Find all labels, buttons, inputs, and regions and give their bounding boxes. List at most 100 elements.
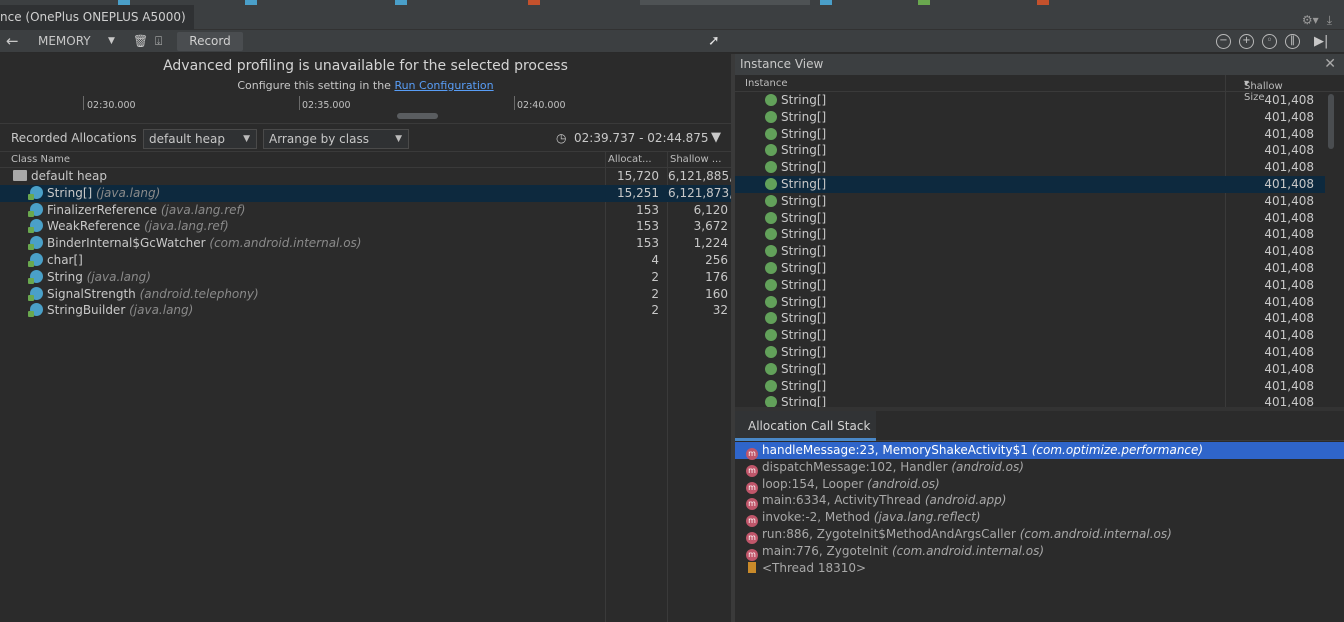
list-item[interactable]: String[] 401,408 [735,210,1325,227]
instance-name: String[] [781,378,827,393]
table-row[interactable]: String[] (java.lang) 15,251 6,121,873, [0,184,733,202]
list-item[interactable]: String[] 401,408 [735,277,1325,294]
filter-icon[interactable]: ▼ [711,130,721,145]
list-item[interactable]: String[] 401,408 [735,92,1325,109]
list-item[interactable]: String[] 401,408 [735,394,1325,407]
column-class-name[interactable]: Class Name [11,154,70,165]
frame-package: (android.app) [924,493,1007,508]
class-name-cell: StringBuilder (java.lang) [28,302,193,319]
close-icon[interactable]: ✕ [1324,54,1336,75]
instance-name-cell: String[] [765,210,826,227]
frame-package: (android.os) [951,459,1024,474]
timeline-major-tick [514,96,515,110]
list-item[interactable]: String[] 401,408 [735,159,1325,176]
list-item[interactable]: String[] 401,408 [735,361,1325,378]
timeline-scrollbar[interactable] [397,113,438,119]
list-item[interactable]: String[] 401,408 [735,344,1325,361]
instance-size: 401,408 [1264,109,1314,124]
list-item[interactable]: String[] 401,408 [735,226,1325,243]
notice-subtext: Configure this setting in the Run Config… [0,79,731,92]
instance-name-cell: String[] [765,126,826,143]
instance-name: String[] [781,260,827,275]
reset-zoom-icon[interactable]: ◦ [1262,34,1277,49]
call-stack-frame[interactable]: m run:886, ZygoteInit$MethodAndArgsCaller… [735,526,1344,544]
instance-name-cell: String[] [765,159,826,176]
pause-icon[interactable]: ‖ [1285,34,1300,49]
back-arrow-icon[interactable]: ← [6,30,19,53]
list-item[interactable]: String[] 401,408 [735,378,1325,395]
table-row[interactable]: SignalStrength (android.telephony) 2 160 [0,286,731,303]
table-row[interactable]: FinalizerReference (java.lang.ref) 153 6,1… [0,202,731,219]
run-configuration-link[interactable]: Run Configuration [394,79,493,92]
list-item[interactable]: String[] 401,408 [735,294,1325,311]
arrange-dropdown[interactable]: Arrange by class ▼ [263,129,409,149]
table-row[interactable]: WeakReference (java.lang.ref) 153 3,672 [0,218,731,235]
table-row[interactable]: StringBuilder (java.lang) 2 32 [0,302,731,319]
call-stack-frame[interactable]: m main:6334, ActivityThread (android.app) [735,492,1344,511]
chevron-down-icon: ▼ [243,134,250,144]
heap-dropdown[interactable]: default heap ▼ [143,129,257,149]
frame-text: dispatchMessage:102, Handler [762,459,948,474]
instance-name-cell: String[] [765,142,826,159]
zoom-in-icon[interactable]: + [1239,34,1254,49]
instance-name-cell: String[] [765,277,826,294]
zoom-out-icon[interactable]: − [1216,34,1231,49]
column-shallow-size[interactable]: Shallow ... [670,154,721,165]
shallow-size-cell: 256 [705,252,728,267]
instance-scrollbar[interactable] [1328,94,1334,149]
class-package: (java.lang.ref) [144,219,229,234]
call-stack-frame[interactable]: m invoke:-2, Method (java.lang.reflect) [735,509,1344,528]
timeline-axis[interactable]: 02:30.000 02:35.000 02:40.000 [0,96,731,124]
record-button[interactable]: Record [177,32,243,51]
go-live-icon[interactable]: ▶| [1314,30,1328,53]
column-allocations[interactable]: Allocat... [608,154,652,165]
call-stack-list: m handleMessage:23, MemoryShakeActivity$1… [735,442,1344,576]
list-item[interactable]: String[] 401,408 [735,126,1325,143]
instance-view-pane: Instance View ✕ Instance Shallow Size ▾ … [735,54,1344,622]
minimize-icon[interactable]: ⤓ [1327,13,1332,28]
call-stack-frame[interactable]: m handleMessage:23, MemoryShakeActivity$1… [735,442,1344,460]
instance-icon [765,362,777,375]
list-item[interactable]: String[] 401,408 [735,142,1325,159]
gear-icon[interactable]: ⚙▾ [1302,13,1319,28]
list-item[interactable]: String[] 401,408 [735,260,1325,277]
call-stack-frame[interactable]: <Thread 18310> [735,560,1344,577]
instance-view-title: Instance View [740,57,824,71]
shallow-size-cell: 6,120 [693,202,728,217]
window-title: nce (OnePlus ONEPLUS A5000) [0,5,194,30]
call-stack-frame[interactable]: m main:776, ZygoteInit (com.android.inter… [735,543,1344,561]
tab-allocation-call-stack[interactable]: Allocation Call Stack [735,411,876,441]
trash-icon[interactable]: 🗑 [133,30,148,53]
instance-icon [765,329,777,342]
save-heap-dump-icon[interactable]: ⍗ [155,30,162,53]
list-item[interactable]: String[] 401,408 [735,243,1325,260]
column-shallow-size[interactable]: Shallow Size ▾ [1244,78,1283,103]
class-icon [28,303,43,318]
class-name-cell: String[] (java.lang) [28,185,160,202]
class-icon [28,236,43,251]
list-item[interactable]: String[] 401,408 [735,193,1325,210]
list-item[interactable]: String[] 401,408 [735,310,1325,327]
call-stack-frame[interactable]: m dispatchMessage:102, Handler (android.o… [735,459,1344,477]
class-name-cell: char[] [28,252,83,269]
instance-icon [765,94,777,106]
table-row[interactable]: BinderInternal$GcWatcher (com.android.in… [0,235,731,252]
instance-icon [765,177,777,190]
profiler-selector[interactable]: MEMORY [38,30,91,53]
chevron-down-icon[interactable]: ▼ [108,30,115,53]
list-item[interactable]: String[] 401,408 [735,175,1325,193]
list-item[interactable]: String[] 401,408 [735,109,1325,126]
class-name-cell: FinalizerReference (java.lang.ref) [28,202,245,219]
advanced-profiling-notice: Advanced profiling is unavailable for th… [0,54,731,96]
table-row[interactable]: String (java.lang) 2 176 [0,269,731,286]
list-item[interactable]: String[] 401,408 [735,327,1325,344]
table-row[interactable]: char[] 4 256 [0,252,731,269]
instance-name: String[] [781,93,827,107]
call-stack-frame[interactable]: m loop:154, Looper (android.os) [735,476,1344,494]
column-instance[interactable]: Instance [745,78,788,89]
table-row[interactable]: default heap 15,720 6,121,885, [0,168,733,185]
allocations-cell: 2 [651,303,659,318]
instance-size: 401,408 [1264,193,1314,208]
heap-dropdown-value: default heap [149,132,225,146]
class-name: default heap [31,169,107,183]
